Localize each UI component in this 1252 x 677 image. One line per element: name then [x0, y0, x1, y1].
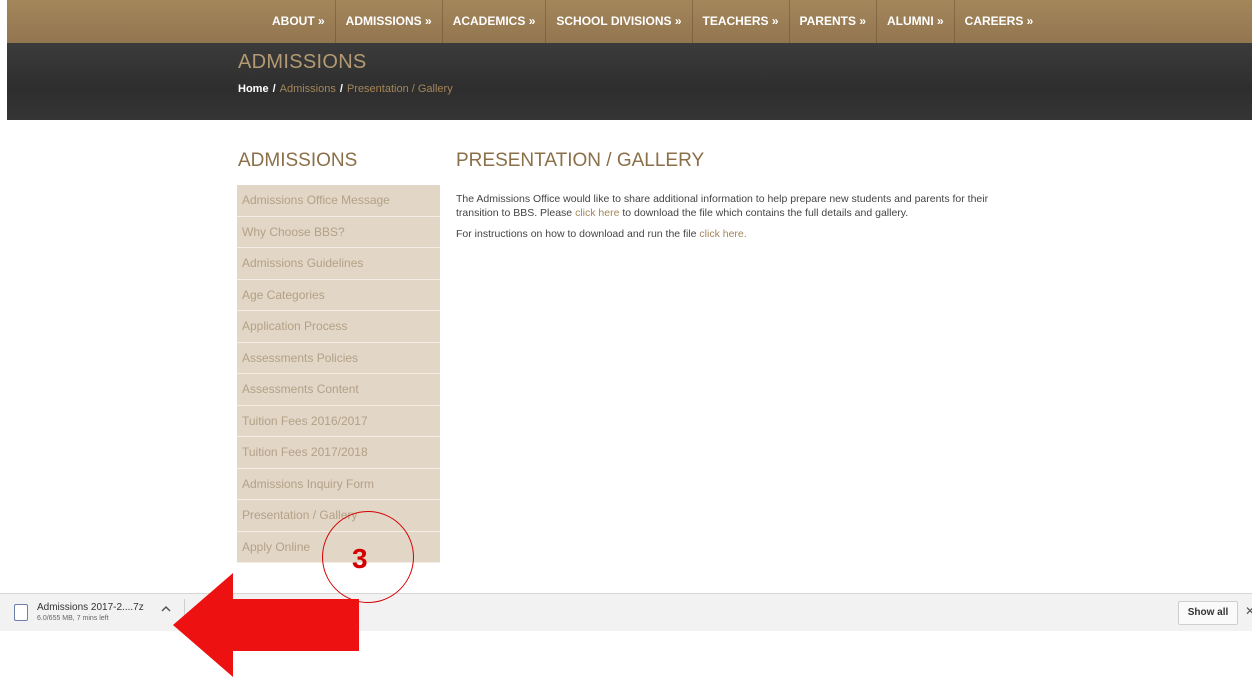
- sidebar-item-admissions-inquiry-form[interactable]: Admissions Inquiry Form: [237, 469, 440, 500]
- sidebar-item-tuition-fees-2016-2017[interactable]: Tuition Fees 2016/2017: [237, 406, 440, 437]
- download-status: 6.0/655 MB, 7 mins left: [37, 615, 109, 622]
- sidebar-title: ADMISSIONS: [238, 150, 358, 171]
- page-header-banner: ADMISSIONS Home / Admissions / Presentat…: [7, 43, 1252, 120]
- step-number-label: 3: [352, 543, 368, 574]
- nav-admissions[interactable]: ADMISSIONS »: [336, 0, 442, 43]
- sidebar-item-age-categories[interactable]: Age Categories: [237, 280, 440, 311]
- breadcrumb-admissions[interactable]: Admissions: [280, 83, 336, 95]
- download-item[interactable]: Admissions 2017-2....7z 6.0/655 MB, 7 mi…: [14, 602, 144, 626]
- arrow-left-icon: [173, 573, 359, 677]
- intro-paragraph: The Admissions Office would like to shar…: [456, 193, 1026, 220]
- download-file-link[interactable]: click here: [575, 207, 619, 219]
- breadcrumb-home[interactable]: Home: [238, 83, 269, 95]
- breadcrumb-current: Presentation / Gallery: [346, 83, 453, 95]
- nav-school-divisions[interactable]: SCHOOL DIVISIONS »: [546, 0, 691, 43]
- nav-about[interactable]: ABOUT »: [262, 0, 335, 43]
- sidebar-menu: Admissions Office Message Why Choose BBS…: [237, 185, 440, 563]
- show-all-button[interactable]: Show all: [1178, 601, 1238, 625]
- nav-alumni[interactable]: ALUMNI »: [877, 0, 954, 43]
- breadcrumb-separator: /: [272, 83, 276, 95]
- nav-academics[interactable]: ACADEMICS »: [443, 0, 546, 43]
- page-title: ADMISSIONS: [238, 51, 367, 73]
- breadcrumb-separator: /: [339, 83, 343, 95]
- close-icon[interactable]: ✕: [1245, 604, 1252, 618]
- instructions-text: For instructions on how to download and …: [456, 228, 700, 240]
- nav-careers[interactable]: CAREERS »: [955, 0, 1044, 43]
- sidebar-item-assessments-policies[interactable]: Assessments Policies: [237, 343, 440, 374]
- nav-items: ABOUT » ADMISSIONS » ACADEMICS » SCHOOL …: [262, 0, 1043, 43]
- instructions-paragraph: For instructions on how to download and …: [456, 228, 1026, 242]
- nav-teachers[interactable]: TEACHERS »: [693, 0, 789, 43]
- intro-text-end: to download the file which contains the …: [619, 206, 909, 219]
- sidebar-item-admissions-office-message[interactable]: Admissions Office Message: [237, 185, 440, 217]
- top-navigation: ABOUT » ADMISSIONS » ACADEMICS » SCHOOL …: [7, 0, 1252, 43]
- download-info: Admissions 2017-2....7z 6.0/655 MB, 7 mi…: [37, 602, 144, 623]
- nav-parents[interactable]: PARENTS »: [790, 0, 876, 43]
- sidebar-item-why-choose-bbs[interactable]: Why Choose BBS?: [237, 217, 440, 248]
- sidebar-item-tuition-fees-2017-2018[interactable]: Tuition Fees 2017/2018: [237, 437, 440, 469]
- chevron-up-icon[interactable]: [161, 604, 171, 616]
- sidebar-item-admissions-guidelines[interactable]: Admissions Guidelines: [237, 248, 440, 280]
- sidebar-item-application-process[interactable]: Application Process: [237, 311, 440, 343]
- instructions-link[interactable]: click here.: [699, 228, 746, 240]
- file-icon: [14, 604, 28, 621]
- content-body: The Admissions Office would like to shar…: [456, 193, 1026, 250]
- breadcrumb: Home / Admissions / Presentation / Galle…: [238, 83, 453, 95]
- sidebar-item-assessments-content[interactable]: Assessments Content: [237, 374, 440, 406]
- content-title: PRESENTATION / GALLERY: [456, 150, 705, 171]
- download-filename: Admissions 2017-2....7z: [37, 602, 144, 613]
